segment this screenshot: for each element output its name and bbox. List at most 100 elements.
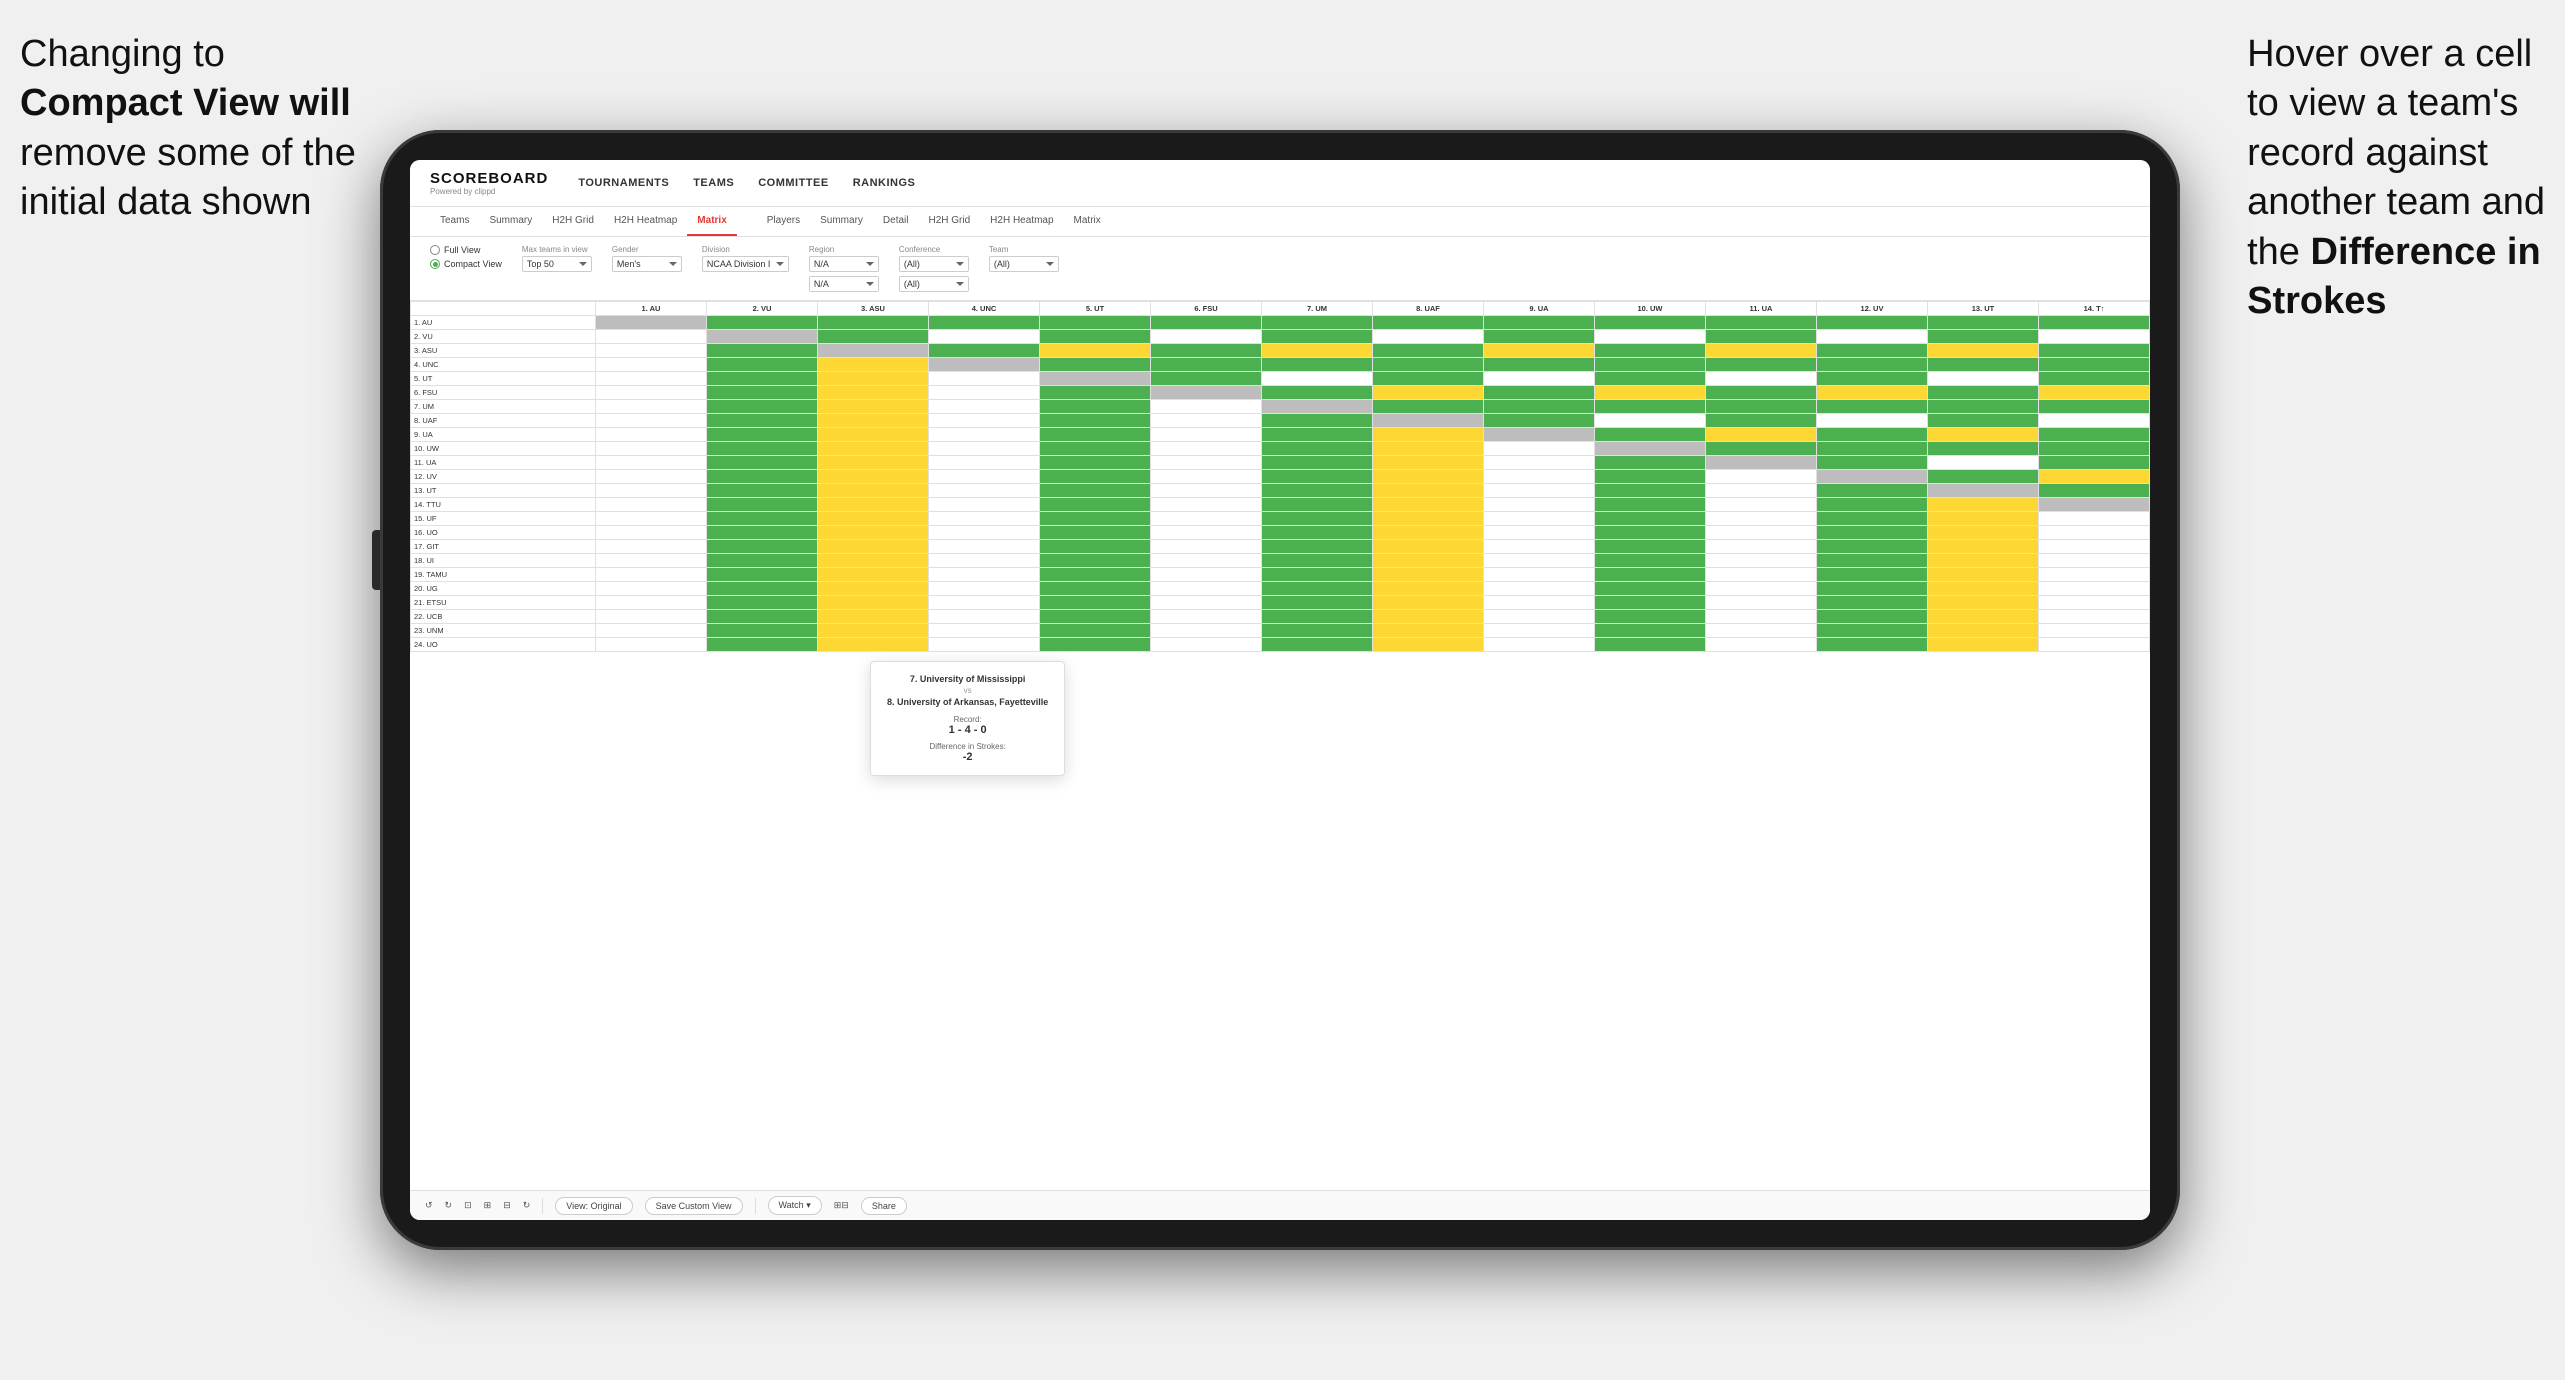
cell-20-12[interactable] xyxy=(1928,596,2039,610)
cell-18-4[interactable] xyxy=(1040,568,1151,582)
cell-14-11[interactable] xyxy=(1817,512,1928,526)
cell-16-7[interactable] xyxy=(1373,540,1484,554)
cell-10-8[interactable] xyxy=(1484,456,1595,470)
cell-14-9[interactable] xyxy=(1595,512,1706,526)
cell-9-7[interactable] xyxy=(1373,442,1484,456)
cell-8-1[interactable] xyxy=(707,428,818,442)
cell-9-8[interactable] xyxy=(1484,442,1595,456)
cell-8-8[interactable] xyxy=(1484,428,1595,442)
tool4-button[interactable]: ⊞ xyxy=(484,1200,492,1211)
cell-6-0[interactable] xyxy=(596,400,707,414)
cell-20-9[interactable] xyxy=(1595,596,1706,610)
cell-2-0[interactable] xyxy=(596,344,707,358)
cell-19-0[interactable] xyxy=(596,582,707,596)
cell-19-3[interactable] xyxy=(929,582,1040,596)
cell-11-7[interactable] xyxy=(1373,470,1484,484)
cell-1-13[interactable] xyxy=(2039,330,2150,344)
cell-6-6[interactable] xyxy=(1262,400,1373,414)
cell-5-8[interactable] xyxy=(1484,386,1595,400)
cell-19-9[interactable] xyxy=(1595,582,1706,596)
cell-5-1[interactable] xyxy=(707,386,818,400)
cell-14-3[interactable] xyxy=(929,512,1040,526)
cell-10-12[interactable] xyxy=(1928,456,2039,470)
cell-0-0[interactable] xyxy=(596,316,707,330)
cell-7-4[interactable] xyxy=(1040,414,1151,428)
cell-3-6[interactable] xyxy=(1262,358,1373,372)
cell-18-9[interactable] xyxy=(1595,568,1706,582)
cell-22-8[interactable] xyxy=(1484,624,1595,638)
cell-17-7[interactable] xyxy=(1373,554,1484,568)
gender-select[interactable]: Men's xyxy=(612,256,682,272)
cell-5-6[interactable] xyxy=(1262,386,1373,400)
cell-18-0[interactable] xyxy=(596,568,707,582)
cell-21-12[interactable] xyxy=(1928,610,2039,624)
cell-14-2[interactable] xyxy=(818,512,929,526)
cell-6-5[interactable] xyxy=(1151,400,1262,414)
region-select2[interactable]: N/A xyxy=(809,276,879,292)
cell-4-11[interactable] xyxy=(1817,372,1928,386)
cell-13-5[interactable] xyxy=(1151,498,1262,512)
cell-13-8[interactable] xyxy=(1484,498,1595,512)
cell-16-1[interactable] xyxy=(707,540,818,554)
cell-1-1[interactable] xyxy=(707,330,818,344)
cell-19-7[interactable] xyxy=(1373,582,1484,596)
cell-17-5[interactable] xyxy=(1151,554,1262,568)
cell-23-12[interactable] xyxy=(1928,638,2039,652)
tab-h2h-grid1[interactable]: H2H Grid xyxy=(542,207,604,236)
cell-3-12[interactable] xyxy=(1928,358,2039,372)
cell-21-8[interactable] xyxy=(1484,610,1595,624)
cell-9-13[interactable] xyxy=(2039,442,2150,456)
cell-10-3[interactable] xyxy=(929,456,1040,470)
cell-20-7[interactable] xyxy=(1373,596,1484,610)
cell-0-2[interactable] xyxy=(818,316,929,330)
cell-15-12[interactable] xyxy=(1928,526,2039,540)
cell-16-9[interactable] xyxy=(1595,540,1706,554)
cell-20-13[interactable] xyxy=(2039,596,2150,610)
cell-21-10[interactable] xyxy=(1706,610,1817,624)
cell-1-12[interactable] xyxy=(1928,330,2039,344)
cell-17-11[interactable] xyxy=(1817,554,1928,568)
cell-13-6[interactable] xyxy=(1262,498,1373,512)
cell-22-10[interactable] xyxy=(1706,624,1817,638)
cell-4-5[interactable] xyxy=(1151,372,1262,386)
cell-22-3[interactable] xyxy=(929,624,1040,638)
cell-4-0[interactable] xyxy=(596,372,707,386)
cell-8-7[interactable] xyxy=(1373,428,1484,442)
cell-16-11[interactable] xyxy=(1817,540,1928,554)
cell-15-3[interactable] xyxy=(929,526,1040,540)
cell-18-2[interactable] xyxy=(818,568,929,582)
cell-13-4[interactable] xyxy=(1040,498,1151,512)
cell-8-5[interactable] xyxy=(1151,428,1262,442)
cell-12-4[interactable] xyxy=(1040,484,1151,498)
cell-14-12[interactable] xyxy=(1928,512,2039,526)
nav-rankings[interactable]: RANKINGS xyxy=(853,177,916,189)
cell-12-7[interactable] xyxy=(1373,484,1484,498)
cell-3-5[interactable] xyxy=(1151,358,1262,372)
undo-button[interactable]: ↺ xyxy=(425,1200,433,1211)
cell-11-5[interactable] xyxy=(1151,470,1262,484)
tab-teams[interactable]: Teams xyxy=(430,207,479,236)
cell-18-11[interactable] xyxy=(1817,568,1928,582)
cell-7-1[interactable] xyxy=(707,414,818,428)
cell-11-11[interactable] xyxy=(1817,470,1928,484)
cell-16-2[interactable] xyxy=(818,540,929,554)
cell-13-0[interactable] xyxy=(596,498,707,512)
cell-21-13[interactable] xyxy=(2039,610,2150,624)
cell-14-6[interactable] xyxy=(1262,512,1373,526)
cell-0-13[interactable] xyxy=(2039,316,2150,330)
cell-20-1[interactable] xyxy=(707,596,818,610)
cell-0-12[interactable] xyxy=(1928,316,2039,330)
cell-4-13[interactable] xyxy=(2039,372,2150,386)
cell-5-7[interactable] xyxy=(1373,386,1484,400)
tool3-button[interactable]: ⊡ xyxy=(464,1200,472,1211)
cell-18-8[interactable] xyxy=(1484,568,1595,582)
tab-matrix1[interactable]: Matrix xyxy=(687,207,736,236)
cell-0-4[interactable] xyxy=(1040,316,1151,330)
cell-10-2[interactable] xyxy=(818,456,929,470)
conference-select1[interactable]: (All) xyxy=(899,256,969,272)
cell-6-11[interactable] xyxy=(1817,400,1928,414)
cell-15-8[interactable] xyxy=(1484,526,1595,540)
cell-19-2[interactable] xyxy=(818,582,929,596)
cell-5-12[interactable] xyxy=(1928,386,2039,400)
cell-3-0[interactable] xyxy=(596,358,707,372)
